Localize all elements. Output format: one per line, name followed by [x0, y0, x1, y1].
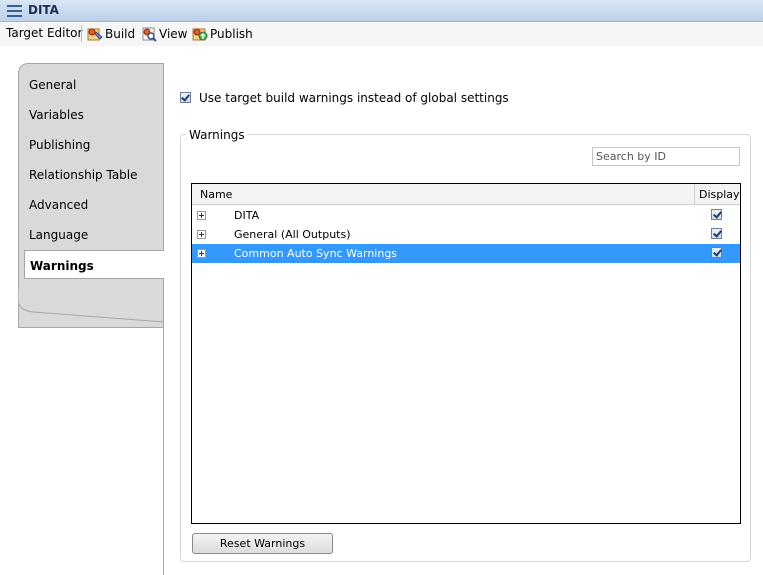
expand-icon[interactable] [197, 211, 206, 220]
reset-warnings-button[interactable]: Reset Warnings [192, 533, 333, 554]
column-header-display[interactable]: Display [699, 188, 740, 201]
warnings-group-title: Warnings [186, 128, 248, 142]
use-target-warnings-label[interactable]: Use target build warnings instead of glo… [199, 91, 509, 105]
tab-relationship-table[interactable]: Relationship Table [29, 168, 138, 182]
toolbar-divider [81, 26, 82, 42]
table-row-selected[interactable]: Common Auto Sync Warnings [192, 244, 740, 263]
tab-publishing[interactable]: Publishing [29, 138, 90, 152]
tab-panel-footer [18, 290, 164, 323]
tab-language[interactable]: Language [29, 228, 88, 242]
search-by-id-input[interactable] [592, 147, 740, 166]
publish-button[interactable]: Publish [192, 24, 253, 44]
title-bar: DITA [0, 0, 763, 22]
column-header-name[interactable]: Name [200, 188, 232, 201]
display-checkbox[interactable] [711, 247, 722, 258]
publish-label: Publish [210, 27, 253, 41]
tab-advanced[interactable]: Advanced [29, 198, 88, 212]
table-header: Name Display [192, 184, 740, 205]
build-icon [87, 28, 103, 41]
tab-variables[interactable]: Variables [29, 108, 84, 122]
tab-warnings-label: Warnings [30, 259, 94, 273]
row-name: Common Auto Sync Warnings [234, 247, 398, 260]
tab-general[interactable]: General [29, 78, 76, 92]
toolbar: Target Editor Build View Publish [0, 22, 763, 46]
display-checkbox[interactable] [711, 228, 722, 239]
window-title: DITA [28, 3, 59, 17]
table-row[interactable]: General (All Outputs) [192, 225, 740, 244]
panel-divider [163, 63, 164, 575]
column-divider [694, 184, 695, 205]
table-row[interactable]: DITA [192, 206, 740, 225]
menu-icon[interactable] [7, 5, 22, 17]
expand-icon[interactable] [197, 249, 206, 258]
build-button[interactable]: Build [87, 24, 135, 44]
row-name: DITA [234, 209, 260, 222]
build-label: Build [105, 27, 136, 41]
tab-panel [18, 63, 164, 328]
tab-warnings[interactable]: Warnings [24, 250, 164, 279]
view-label: View [159, 27, 188, 41]
publish-icon [192, 28, 208, 41]
view-button[interactable]: View [141, 24, 187, 44]
view-icon [142, 27, 157, 42]
target-editor-label: Target Editor [6, 26, 83, 40]
use-target-warnings-checkbox[interactable] [180, 92, 191, 103]
display-checkbox[interactable] [711, 209, 722, 220]
warnings-table: Name Display DITA General (All Outputs) … [191, 183, 741, 524]
expand-icon[interactable] [197, 230, 206, 239]
row-name: General (All Outputs) [234, 228, 351, 241]
